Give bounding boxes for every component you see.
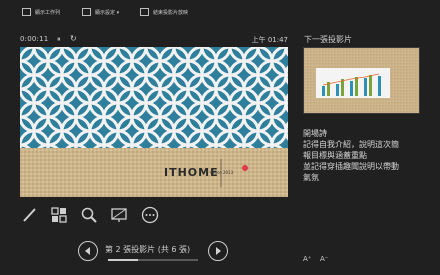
black-screen-button[interactable] xyxy=(110,206,128,224)
end-show-label: 結束投影片放映 xyxy=(153,9,189,16)
slide-subtitle: Office 2013 xyxy=(210,170,234,175)
slide-progress-bar xyxy=(108,259,198,261)
reset-timer-button[interactable]: ↻ xyxy=(70,34,77,43)
slide-progress-fill xyxy=(108,259,138,261)
notes-line: 並記得穿插趣聞說明以帶動 xyxy=(303,162,399,171)
previous-slide-button[interactable] xyxy=(78,241,98,261)
speaker-notes[interactable]: 開場詩 記得自我介紹，說明這次簡 報目標與涵蓋重點 並記得穿插趣聞說明以帶動 氣… xyxy=(303,128,428,183)
increase-font-button[interactable]: A⁺ xyxy=(303,255,311,263)
next-slide-preview[interactable] xyxy=(303,47,420,114)
taskbar-icon xyxy=(22,8,31,16)
show-taskbar-button[interactable]: 顯示工作列 xyxy=(22,6,60,18)
pen-tool-button[interactable] xyxy=(20,206,38,224)
laser-pointer xyxy=(242,165,248,171)
slide-counter[interactable]: 第 2 張投影片 (共 6 張) xyxy=(105,244,190,255)
elapsed-timer: 0:00:11 xyxy=(20,35,49,43)
notes-line: 氣氛 xyxy=(303,173,319,182)
see-all-slides-button[interactable] xyxy=(50,206,68,224)
pen-icon xyxy=(23,208,36,222)
more-options-button[interactable] xyxy=(141,206,159,224)
pause-timer-button[interactable]: ⏸ xyxy=(57,35,61,44)
current-slide[interactable]: ITHOME Office 2013 xyxy=(20,47,288,197)
screen-icon xyxy=(111,208,127,222)
more-icon xyxy=(141,206,159,224)
end-show-button[interactable]: 結束投影片放映 xyxy=(140,6,188,18)
display-settings-label: 顯示設定 ▾ xyxy=(95,9,120,16)
next-slide-button[interactable] xyxy=(208,241,228,261)
notes-line: 開場詩 xyxy=(303,129,327,138)
zoom-icon xyxy=(81,207,97,223)
display-settings-button[interactable]: 顯示設定 ▾ xyxy=(82,6,119,18)
end-show-icon xyxy=(140,8,149,16)
notes-line: 報目標與涵蓋重點 xyxy=(303,151,367,160)
slide-tools xyxy=(20,206,170,224)
current-time: 上午 01:47 xyxy=(251,36,288,44)
slides-grid-icon xyxy=(51,207,67,223)
decrease-font-button[interactable]: A⁻ xyxy=(320,255,328,263)
notes-line: 記得自我介紹，說明這次簡 xyxy=(303,140,399,149)
triangle-right-icon xyxy=(216,247,221,255)
display-settings-icon xyxy=(82,8,91,16)
show-taskbar-label: 顯示工作列 xyxy=(35,9,61,16)
triangle-left-icon xyxy=(85,247,90,255)
presenter-toolbar: 顯示工作列 顯示設定 ▾ 結束投影片放映 xyxy=(0,0,440,24)
next-slide-heading: 下一張投影片 xyxy=(304,35,352,44)
zoom-button[interactable] xyxy=(80,206,98,224)
slide-artwork xyxy=(20,47,288,197)
next-slide-thumbnail xyxy=(304,48,419,113)
